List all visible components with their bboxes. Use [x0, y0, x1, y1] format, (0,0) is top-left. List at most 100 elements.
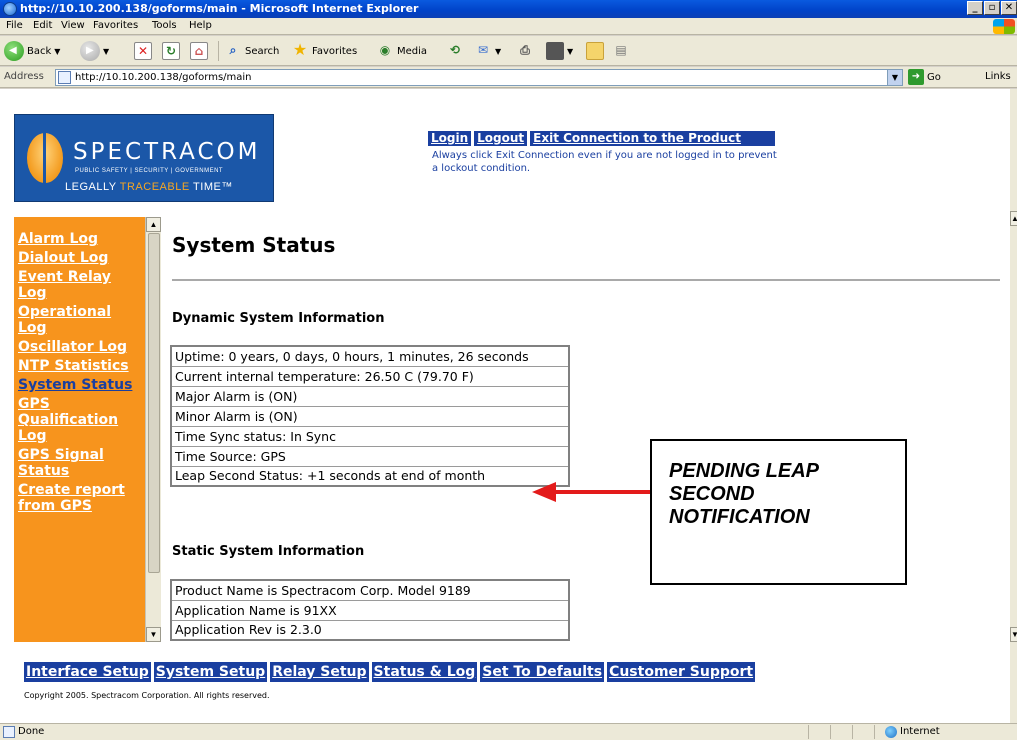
- print-button[interactable]: ⎙: [516, 40, 534, 62]
- sidebar-item-gps-qualification-log[interactable]: GPS Qualification Log: [18, 396, 139, 444]
- scroll-up-icon[interactable]: ▲: [146, 217, 161, 232]
- page-title: System Status: [172, 233, 336, 257]
- forward-button[interactable]: ▼: [80, 40, 109, 62]
- print-icon: ⎙: [520, 43, 530, 57]
- chevron-down-icon[interactable]: ▼: [887, 70, 902, 85]
- sidebar-scrollbar[interactable]: ▲ ▼: [145, 217, 161, 642]
- maximize-button[interactable]: ▫: [984, 1, 1000, 15]
- sidebar-item-create-report[interactable]: Create report from GPS: [18, 482, 139, 514]
- customer-support-link[interactable]: Customer Support: [607, 662, 756, 682]
- chevron-down-icon: ▼: [54, 46, 61, 56]
- login-link[interactable]: Login: [428, 131, 472, 146]
- menu-help[interactable]: Help: [189, 20, 212, 31]
- annotation-line: NOTIFICATION: [669, 506, 810, 528]
- table-row: Leap Second Status: +1 seconds at end of…: [170, 465, 570, 487]
- sidebar-item-system-status[interactable]: System Status: [18, 377, 139, 393]
- address-label: Address: [4, 71, 44, 82]
- toolbar: Back ▼ ▼ ✕ ↻ ⌂ ⌕ Search ★ Favorites ◉ Me…: [0, 36, 1017, 66]
- status-pane: [852, 725, 853, 739]
- globe-icon: [885, 726, 897, 738]
- main-scrollbar[interactable]: ▲ ▼: [1010, 89, 1017, 723]
- scroll-down-icon[interactable]: ▼: [1010, 627, 1017, 642]
- top-links: Login Logout Exit Connection to the Prod…: [428, 131, 776, 146]
- address-bar: Address http://10.10.200.138/goforms/mai…: [0, 67, 1017, 88]
- page-content: SPECTRACOM PUBLIC SAFETY | SECURITY | GO…: [0, 89, 1017, 723]
- go-button[interactable]: ➜ Go: [908, 69, 941, 85]
- copyright-text: Copyright 2005. Spectracom Corporation. …: [24, 691, 270, 700]
- back-button[interactable]: Back ▼: [4, 40, 60, 62]
- favorites-button[interactable]: ★ Favorites: [291, 40, 357, 62]
- logo-subtitle: PUBLIC SAFETY | SECURITY | GOVERNMENT: [75, 168, 224, 174]
- search-icon: ⌕: [229, 43, 237, 57]
- refresh-icon: ↻: [162, 42, 180, 60]
- scroll-up-icon[interactable]: ▲: [1010, 211, 1017, 226]
- sidebar-item-oscillator-log[interactable]: Oscillator Log: [18, 339, 139, 355]
- relay-setup-link[interactable]: Relay Setup: [270, 662, 369, 682]
- status-text: Done: [18, 726, 45, 737]
- minimize-button[interactable]: _: [967, 1, 983, 15]
- sidebar-item-operational-log[interactable]: Operational Log: [18, 304, 139, 336]
- table-row: Time Sync status: In Sync: [170, 425, 570, 447]
- table-row: Major Alarm is (ON): [170, 385, 570, 407]
- menu-edit[interactable]: Edit: [33, 20, 52, 31]
- menu-file[interactable]: File: [6, 20, 23, 31]
- menu-bar: File Edit View Favorites Tools Help: [0, 18, 1017, 35]
- history-button[interactable]: ⟲: [446, 40, 464, 62]
- folder-button[interactable]: [586, 40, 604, 62]
- static-info-heading: Static System Information: [172, 544, 365, 559]
- time-source-cell: Time Source: GPS: [170, 445, 570, 467]
- window-title: http://10.10.200.138/goforms/main - Micr…: [20, 2, 419, 15]
- leap-second-annotation: PENDING LEAP SECOND NOTIFICATION: [650, 439, 907, 585]
- status-bar: Done Internet: [0, 723, 1017, 740]
- sidebar-item-dialout-log[interactable]: Dialout Log: [18, 250, 139, 266]
- status-pane: [874, 725, 875, 739]
- exit-connection-note: Always click Exit Connection even if you…: [432, 150, 777, 174]
- status-log-link[interactable]: Status & Log: [371, 662, 478, 682]
- set-to-defaults-link[interactable]: Set To Defaults: [480, 662, 605, 682]
- address-url: http://10.10.200.138/goforms/main: [75, 72, 252, 83]
- sidebar-item-event-relay-log[interactable]: Event Relay Log: [18, 269, 139, 301]
- media-button[interactable]: ◉ Media: [376, 40, 427, 62]
- mail-button[interactable]: ✉ ▼: [474, 40, 501, 62]
- annotation-line: PENDING LEAP: [669, 460, 820, 482]
- history-icon: ⟲: [449, 43, 461, 57]
- stop-button[interactable]: ✕: [134, 40, 152, 62]
- media-label: Media: [397, 45, 428, 57]
- research-button[interactable]: ▤: [612, 40, 630, 62]
- system-setup-link[interactable]: System Setup: [153, 662, 268, 682]
- menu-tools[interactable]: Tools: [152, 20, 177, 31]
- edit-button[interactable]: ▼: [546, 40, 573, 62]
- logout-link[interactable]: Logout: [474, 131, 528, 146]
- exit-connection-link[interactable]: Exit Connection to the Product: [530, 131, 776, 146]
- static-info-table: Product Name is Spectracom Corp. Model 9…: [170, 579, 570, 641]
- research-icon: ▤: [615, 43, 627, 57]
- sidebar-item-gps-signal-status[interactable]: GPS Signal Status: [18, 447, 139, 479]
- favorites-label: Favorites: [312, 45, 358, 57]
- close-button[interactable]: ✕: [1001, 1, 1017, 15]
- minor-alarm-cell: Minor Alarm is (ON): [170, 405, 570, 427]
- annotation-arrow: [532, 482, 652, 502]
- sidebar-item-ntp-statistics[interactable]: NTP Statistics: [18, 358, 139, 374]
- home-button[interactable]: ⌂: [190, 40, 208, 62]
- stop-icon: ✕: [134, 42, 152, 60]
- page-icon: [3, 726, 15, 738]
- search-button[interactable]: ⌕ Search: [224, 40, 280, 62]
- windows-logo-icon: [993, 19, 1015, 34]
- links-button[interactable]: Links: [985, 71, 1011, 82]
- address-input[interactable]: http://10.10.200.138/goforms/main ▼: [55, 69, 903, 86]
- logo-tagline-part: TIME™: [189, 181, 233, 193]
- menu-favorites[interactable]: Favorites: [93, 20, 138, 31]
- table-row: Time Source: GPS: [170, 445, 570, 467]
- interface-setup-link[interactable]: Interface Setup: [24, 662, 151, 682]
- ie-logo-icon: [3, 2, 17, 16]
- application-name-cell: Application Name is 91XX: [170, 599, 570, 621]
- forward-arrow-icon: [80, 41, 100, 61]
- refresh-button[interactable]: ↻: [162, 40, 180, 62]
- scroll-down-icon[interactable]: ▼: [146, 627, 161, 642]
- leap-second-cell: Leap Second Status: +1 seconds at end of…: [170, 465, 570, 487]
- time-sync-cell: Time Sync status: In Sync: [170, 425, 570, 447]
- menu-view[interactable]: View: [61, 20, 85, 31]
- sidebar-item-alarm-log[interactable]: Alarm Log: [18, 231, 139, 247]
- status-pane: [830, 725, 831, 739]
- scrollbar-thumb[interactable]: [148, 233, 160, 573]
